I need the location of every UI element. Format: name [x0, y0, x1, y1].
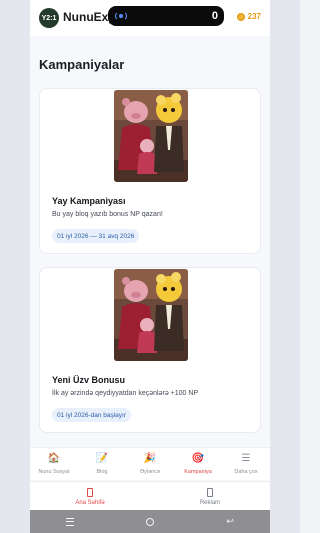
page-title: Kampaniyalar — [39, 57, 125, 72]
recording-overlay[interactable]: 0 — [108, 6, 224, 26]
system-navigation-bar: ↩ — [30, 510, 270, 533]
page-icon — [87, 488, 93, 497]
app-screen: Y2:1 NunuExp 237 0 Kampaniyalar Yay Kamp… — [30, 0, 270, 533]
nav-label: Blog — [96, 469, 108, 475]
coin-icon — [236, 12, 245, 21]
campaign-title: Yay Kampaniyası — [52, 196, 126, 206]
page-icon — [207, 488, 213, 497]
tab-label: Ana Səhifə — [75, 500, 105, 506]
tab-bar: Ana Səhifə Reklam — [30, 481, 270, 510]
nav-item-nunu-sosyal[interactable]: 🏠 Nunu Sosyal — [30, 448, 78, 480]
menu-icon: ☰ — [241, 453, 251, 464]
campaign-title: Yeni Üzv Bonusu — [52, 375, 126, 385]
nav-item-eylence[interactable]: 🎉 Əyləncə — [126, 448, 174, 480]
back-icon[interactable]: ↩ — [226, 516, 234, 527]
campaign-image — [114, 269, 188, 361]
tab-ana-sehife[interactable]: Ana Səhifə — [30, 482, 150, 510]
nav-item-daha-cox[interactable]: ☰ Daha çox — [222, 448, 270, 480]
nav-label: Nunu Sosyal — [38, 469, 70, 475]
app-logo[interactable]: Y2:1 — [39, 8, 59, 28]
tab-reklam[interactable]: Reklam — [150, 482, 270, 510]
home-button-icon[interactable] — [146, 517, 155, 526]
campaign-description: Bu yay bloq yazıb bonus NP qazan! — [52, 211, 163, 218]
notepad-icon: 📝 — [95, 453, 109, 464]
recents-icon[interactable] — [66, 517, 75, 526]
nav-label: Kampaniya — [184, 469, 212, 475]
target-icon: 🎯 — [191, 453, 205, 464]
tab-label: Reklam — [199, 500, 221, 506]
home-icon: 🏠 — [47, 453, 61, 464]
campaign-date-chip: 01 iyl 2026-dan başlayır — [52, 408, 132, 422]
nav-label: Daha çox — [234, 469, 258, 475]
np-balance[interactable]: 237 — [236, 12, 261, 21]
nav-label: Əyləncə — [139, 469, 161, 475]
right-gutter — [270, 0, 300, 533]
overlay-count: 0 — [211, 10, 218, 22]
campaign-image — [114, 90, 188, 182]
broadcast-icon — [114, 10, 128, 22]
campaign-description: İlk ay ərzində qeydiyyatdan keçənlərə +1… — [52, 390, 199, 397]
campaign-card[interactable]: Yeni Üzv Bonusu İlk ay ərzində qeydiyyat… — [39, 267, 261, 433]
bottom-navigation: 🏠 Nunu Sosyal 📝 Blog 🎉 Əyləncə 🎯 Kampani… — [30, 447, 270, 480]
nav-item-kampaniya[interactable]: 🎯 Kampaniya — [174, 448, 222, 480]
left-gutter — [0, 0, 30, 533]
party-popper-icon: 🎉 — [143, 453, 157, 464]
campaign-card[interactable]: Yay Kampaniyası Bu yay bloq yazıb bonus … — [39, 88, 261, 254]
np-balance-value: 237 — [247, 12, 261, 21]
nav-item-blog[interactable]: 📝 Blog — [78, 448, 126, 480]
campaign-date-chip: 01 iyl 2026 — 31 avq 2026 — [52, 229, 140, 243]
